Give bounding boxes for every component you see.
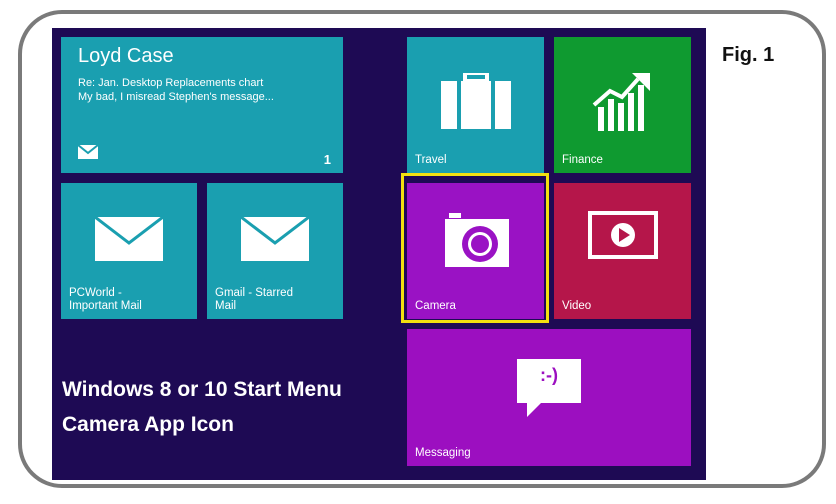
- tile-mail-preview: My bad, I misread Stephen's message...: [78, 91, 274, 103]
- tile-finance[interactable]: Finance: [554, 37, 691, 173]
- tile-loyd-case-mail[interactable]: Loyd Case Re: Jan. Desktop Replacements …: [61, 37, 343, 173]
- tile-video[interactable]: Video: [554, 183, 691, 319]
- tile-camera[interactable]: Camera: [407, 183, 544, 319]
- tile-label: Video: [562, 300, 592, 312]
- tile-pcworld-mail[interactable]: PCWorld - Important Mail: [61, 183, 197, 319]
- start-screen: Loyd Case Re: Jan. Desktop Replacements …: [52, 28, 706, 480]
- tile-label-line2: Important Mail: [69, 300, 142, 312]
- video-icon: [588, 211, 658, 259]
- tile-label: Travel: [415, 154, 447, 166]
- tile-label: Camera: [415, 300, 456, 312]
- figure-label: Fig. 1: [722, 44, 775, 66]
- mail-icon: [95, 217, 163, 261]
- mail-icon: [78, 145, 98, 159]
- tile-travel[interactable]: Travel: [407, 37, 544, 173]
- tile-gmail-starred[interactable]: Gmail - Starred Mail: [207, 183, 343, 319]
- tile-label-line1: PCWorld -: [69, 287, 122, 299]
- tile-label-line2: Mail: [215, 300, 237, 312]
- tile-label: PCWorld - Important Mail: [69, 287, 142, 313]
- tile-label: Messaging: [415, 447, 471, 459]
- tile-label: Gmail - Starred Mail: [215, 287, 293, 313]
- camera-icon: [445, 213, 509, 267]
- unread-count-badge: 1: [323, 152, 331, 167]
- tile-label: Finance: [562, 154, 603, 166]
- chart-icon: [592, 73, 650, 131]
- emoticon-text: :-): [540, 365, 558, 385]
- tile-label-line1: Gmail - Starred: [215, 287, 293, 299]
- mail-icon: [241, 217, 309, 261]
- tile-mail-subject: Re: Jan. Desktop Replacements chart: [78, 77, 264, 89]
- caption-line-2: Camera App Icon: [62, 413, 234, 436]
- tile-messaging[interactable]: :-) Messaging: [407, 329, 691, 466]
- tile-sender-name: Loyd Case: [78, 45, 174, 67]
- caption-line-1: Windows 8 or 10 Start Menu: [62, 378, 342, 401]
- suitcase-icon: [441, 73, 511, 129]
